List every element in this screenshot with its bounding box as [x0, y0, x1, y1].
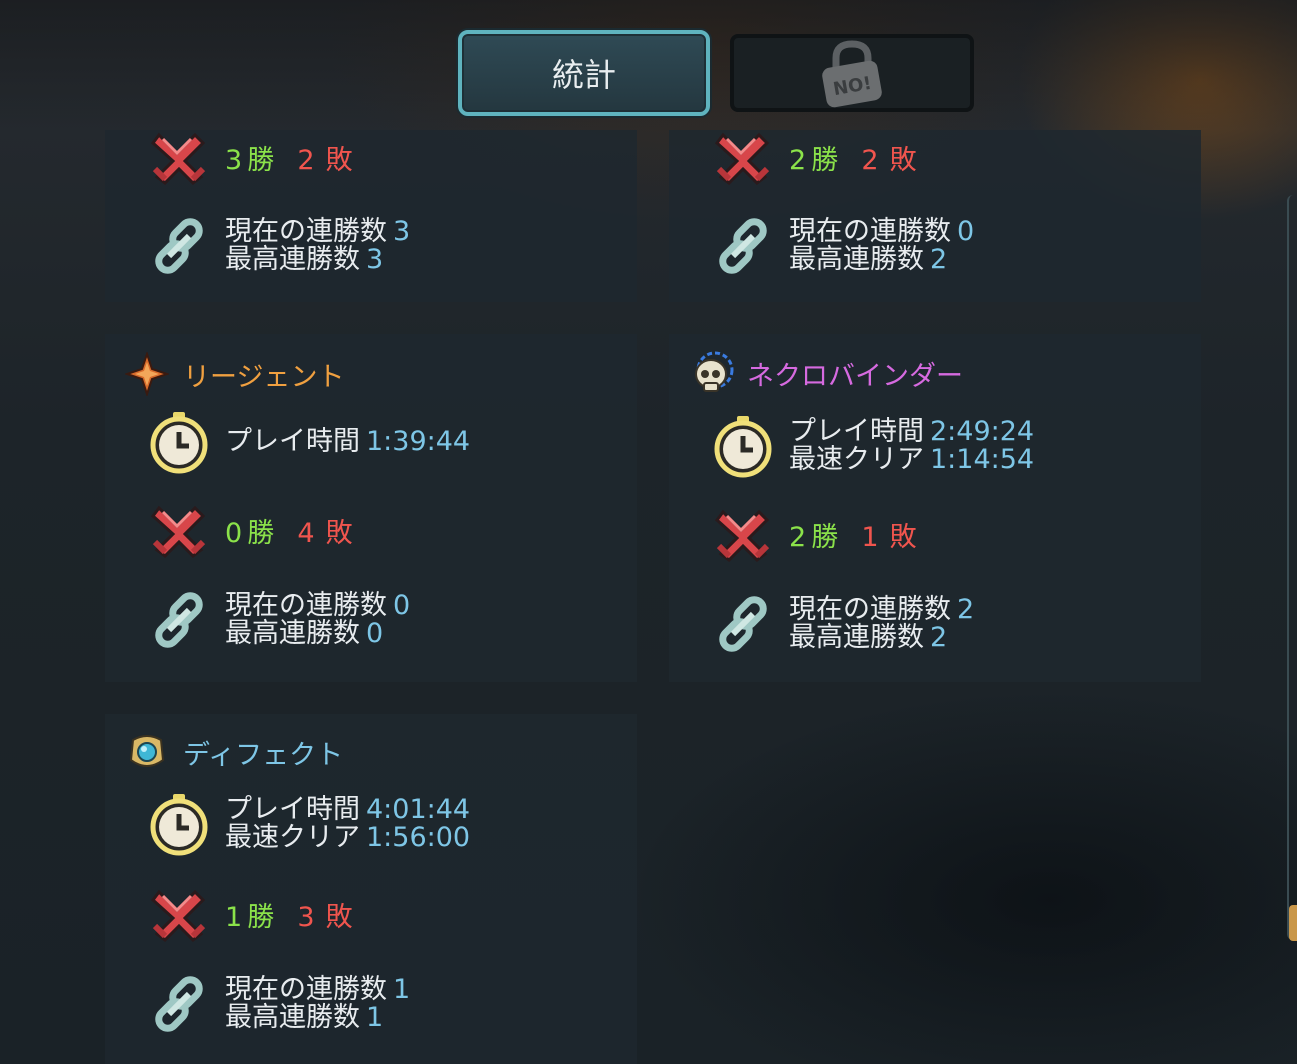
- crossed-swords-icon: [711, 502, 775, 566]
- character-panel-1: 3 勝 2 敗 現在の連勝数 3 最高連勝数 3: [105, 130, 637, 302]
- chain-icon: [147, 214, 211, 278]
- wins-value: 2: [789, 144, 807, 176]
- tab-stats-label: 統計: [551, 56, 616, 94]
- play-time-value: 2:49:24: [930, 416, 1035, 447]
- wins-value: 2: [789, 521, 807, 553]
- stopwatch-icon: [711, 414, 775, 478]
- wins-value: 0: [225, 517, 243, 549]
- losses-suffix: 敗: [325, 517, 353, 549]
- character-panel-necrobinder: ネクロバインダー プレイ時間 2:49:24 最速クリア 1:14:54 2 勝 1…: [669, 334, 1201, 682]
- stopwatch-icon: [147, 410, 211, 474]
- character-header: ディフェクト: [125, 730, 343, 774]
- current-streak-value: 0: [957, 216, 975, 247]
- chain-icon: [711, 592, 775, 656]
- best-streak-label: 最高連勝数: [225, 1002, 360, 1033]
- streak-row: 現在の連勝数 2 最高連勝数 2: [711, 592, 974, 656]
- crossed-swords-icon: [147, 125, 211, 189]
- scrollbar-track[interactable]: [1287, 195, 1297, 940]
- fastest-clear-value: 1:56:00: [366, 822, 471, 853]
- crossed-swords-icon: [147, 498, 211, 562]
- play-time-label: プレイ時間: [789, 416, 924, 447]
- tab-locked[interactable]: NO!: [730, 34, 974, 112]
- scrollbar-thumb[interactable]: [1289, 905, 1297, 941]
- character-header: リージェント: [125, 352, 344, 396]
- chain-icon: [711, 214, 775, 278]
- current-streak-label: 現在の連勝数: [225, 216, 387, 247]
- best-streak-value: 2: [930, 244, 948, 275]
- crossed-swords-icon: [711, 125, 775, 189]
- wins-suffix: 勝: [811, 521, 839, 553]
- best-streak-value: 1: [366, 1002, 384, 1033]
- wins-suffix: 勝: [247, 901, 275, 933]
- best-streak-value: 3: [366, 244, 384, 275]
- wins-suffix: 勝: [247, 144, 275, 176]
- fastest-clear-value: 1:14:54: [930, 444, 1035, 475]
- play-time-row: プレイ時間 4:01:44 最速クリア 1:56:00: [147, 792, 470, 856]
- play-time-value: 1:39:44: [366, 426, 471, 457]
- current-streak-value: 2: [957, 594, 975, 625]
- current-streak-label: 現在の連勝数: [225, 590, 387, 621]
- losses-value: 1: [861, 521, 879, 553]
- best-streak-label: 最高連勝数: [789, 244, 924, 275]
- play-time-value: 4:01:44: [366, 794, 471, 825]
- crossed-swords-icon: [147, 882, 211, 946]
- character-name: ディフェクト: [183, 739, 344, 771]
- losses-suffix: 敗: [889, 521, 917, 553]
- streak-row: 現在の連勝数 0 最高連勝数 0: [147, 588, 410, 652]
- stopwatch-icon: [147, 792, 211, 856]
- losses-value: 2: [297, 144, 315, 176]
- current-streak-label: 現在の連勝数: [789, 216, 951, 247]
- fastest-clear-label: 最速クリア: [225, 822, 360, 853]
- wins-value: 3: [225, 144, 243, 176]
- play-time-label: プレイ時間: [225, 794, 360, 825]
- wins-suffix: 勝: [247, 517, 275, 549]
- current-streak-value: 1: [393, 974, 411, 1005]
- character-panel-2: 2 勝 2 敗 現在の連勝数 0 最高連勝数 2: [669, 130, 1201, 302]
- fastest-clear-label: 最速クリア: [789, 444, 924, 475]
- losses-suffix: 敗: [889, 144, 917, 176]
- character-name: ネクロバインダー: [747, 360, 963, 392]
- win-loss-row: 1 勝 3 敗: [147, 882, 353, 946]
- best-streak-label: 最高連勝数: [789, 622, 924, 653]
- character-name: リージェント: [183, 361, 345, 393]
- win-loss-row: 2 勝 1 敗: [711, 502, 917, 566]
- wins-value: 1: [225, 901, 243, 933]
- win-loss-row: 0 勝 4 敗: [147, 498, 353, 562]
- streak-row: 現在の連勝数 3 最高連勝数 3: [147, 214, 410, 278]
- best-streak-label: 最高連勝数: [225, 244, 360, 275]
- skull-icon: [695, 351, 734, 392]
- losses-suffix: 敗: [325, 901, 353, 933]
- best-streak-value: 0: [366, 618, 384, 649]
- chain-icon: [147, 972, 211, 1036]
- character-panel-regent: リージェント プレイ時間 1:39:44 0 勝 4 敗 現在の連勝数 0 最高連勝…: [105, 334, 637, 682]
- orb-icon: [129, 735, 165, 767]
- losses-value: 4: [297, 517, 315, 549]
- play-time-label: プレイ時間: [225, 426, 360, 457]
- character-header: ネクロバインダー: [689, 350, 963, 396]
- play-time-row: プレイ時間 1:39:44: [147, 410, 470, 474]
- wins-suffix: 勝: [811, 144, 839, 176]
- tab-stats[interactable]: 統計: [458, 30, 710, 116]
- best-streak-value: 2: [930, 622, 948, 653]
- win-loss-row: 2 勝 2 敗: [711, 125, 917, 189]
- losses-suffix: 敗: [325, 144, 353, 176]
- best-streak-label: 最高連勝数: [225, 618, 360, 649]
- current-streak-label: 現在の連勝数: [789, 594, 951, 625]
- losses-value: 2: [861, 144, 879, 176]
- streak-row: 現在の連勝数 1 最高連勝数 1: [147, 972, 410, 1036]
- chain-icon: [147, 588, 211, 652]
- current-streak-value: 0: [393, 590, 411, 621]
- character-panel-defect: ディフェクト プレイ時間 4:01:44 最速クリア 1:56:00 1 勝 3 敗…: [105, 714, 637, 1064]
- streak-row: 現在の連勝数 0 最高連勝数 2: [711, 214, 974, 278]
- win-loss-row: 3 勝 2 敗: [147, 125, 353, 189]
- play-time-row: プレイ時間 2:49:24 最速クリア 1:14:54: [711, 414, 1034, 478]
- current-streak-value: 3: [393, 216, 411, 247]
- current-streak-label: 現在の連勝数: [225, 974, 387, 1005]
- losses-value: 3: [297, 901, 315, 933]
- padlock-icon: NO!: [822, 40, 882, 108]
- regent-star-icon: [125, 352, 169, 396]
